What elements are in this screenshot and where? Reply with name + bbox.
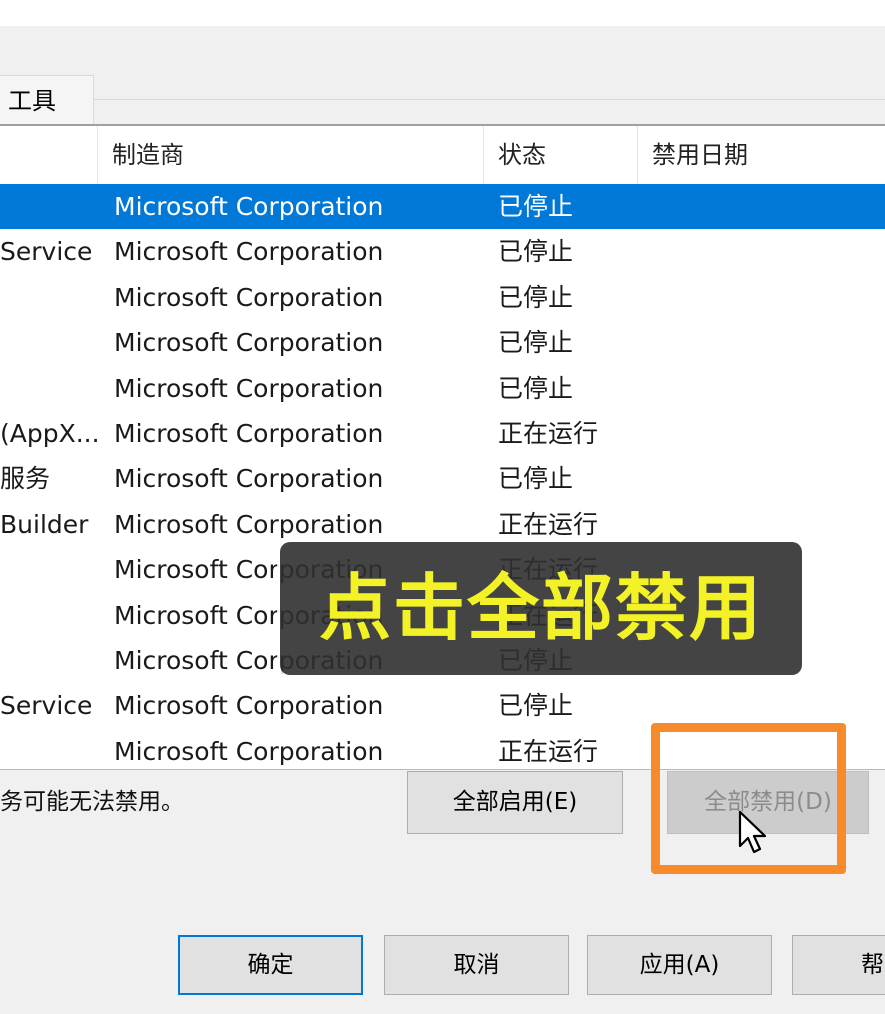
- row-status-cell: 已停止: [498, 464, 574, 494]
- row-status-cell: 已停止: [498, 691, 574, 721]
- column-header-disabled-date[interactable]: 禁用日期: [638, 126, 885, 184]
- arrow-cursor-icon: [738, 810, 767, 854]
- row-name-cell: [0, 638, 98, 683]
- row-name-cell: [0, 547, 98, 592]
- table-row[interactable]: Service Microsoft Corporation 已停止: [0, 229, 885, 274]
- table-row[interactable]: (AppX... Microsoft Corporation 正在运行: [0, 411, 885, 456]
- table-row[interactable]: Microsoft Corporation 已停止: [0, 184, 885, 229]
- row-status-cell: 已停止: [498, 237, 574, 267]
- row-name-cell: [0, 366, 98, 411]
- row-maker-cell: Microsoft Corporation: [114, 328, 384, 358]
- row-name-cell: (AppX...: [0, 419, 98, 448]
- top-band: [0, 0, 885, 26]
- ok-button[interactable]: 确定: [178, 935, 363, 995]
- row-maker-cell: Microsoft Corporation: [114, 237, 384, 267]
- warning-note: 务可能无法禁用。: [0, 789, 184, 815]
- tab-strip: 工具: [0, 26, 885, 125]
- row-maker-cell: Microsoft Corporation: [114, 373, 384, 403]
- row-status-cell: 正在运行: [498, 509, 599, 539]
- row-status-cell: 已停止: [498, 192, 574, 221]
- row-maker-cell: Microsoft Corporation: [114, 509, 384, 539]
- row-name-cell: Builder: [0, 509, 89, 539]
- column-header-name[interactable]: [0, 126, 98, 184]
- row-maker-cell: Microsoft Corporation: [114, 736, 384, 766]
- row-status-cell: 正在运行: [498, 736, 599, 766]
- row-maker-cell: Microsoft Corporation: [114, 192, 384, 221]
- row-name-cell: Service: [0, 691, 93, 721]
- row-status-cell: 已停止: [498, 328, 574, 358]
- row-status-cell: 已停止: [498, 282, 574, 312]
- table-row[interactable]: Microsoft Corporation 已停止: [0, 320, 885, 365]
- tab-tools[interactable]: 工具: [0, 75, 94, 125]
- row-maker-cell: Microsoft Corporation: [114, 691, 384, 721]
- row-name-cell: [0, 593, 98, 638]
- help-button[interactable]: 帮: [792, 935, 885, 995]
- list-header: 制造商 状态 禁用日期: [0, 126, 885, 184]
- apply-button[interactable]: 应用(A): [587, 935, 772, 995]
- row-name-cell: [0, 275, 98, 320]
- table-row[interactable]: Microsoft Corporation 已停止: [0, 275, 885, 320]
- row-maker-cell: Microsoft Corporation: [114, 282, 384, 312]
- tutorial-caption: 点击全部禁用: [280, 542, 802, 675]
- row-status-cell: 正在运行: [498, 419, 599, 448]
- row-status-cell: 已停止: [498, 373, 574, 403]
- row-maker-cell: Microsoft Corporation: [114, 464, 384, 494]
- table-row[interactable]: Service Microsoft Corporation 已停止: [0, 683, 885, 728]
- row-name-cell: [0, 729, 98, 769]
- row-name-cell: 服务: [0, 464, 51, 494]
- column-header-maker[interactable]: 制造商: [98, 126, 484, 184]
- row-name-cell: [0, 320, 98, 365]
- row-name-cell: [0, 184, 98, 229]
- table-row[interactable]: 服务 Microsoft Corporation 已停止: [0, 456, 885, 501]
- column-header-status[interactable]: 状态: [484, 126, 638, 184]
- enable-all-button[interactable]: 全部启用(E): [407, 771, 623, 834]
- cancel-button[interactable]: 取消: [384, 935, 569, 995]
- table-row[interactable]: Microsoft Corporation 已停止: [0, 366, 885, 411]
- table-row[interactable]: Builder Microsoft Corporation 正在运行: [0, 502, 885, 547]
- row-maker-cell: Microsoft Corporation: [114, 419, 384, 448]
- row-name-cell: Service: [0, 237, 93, 267]
